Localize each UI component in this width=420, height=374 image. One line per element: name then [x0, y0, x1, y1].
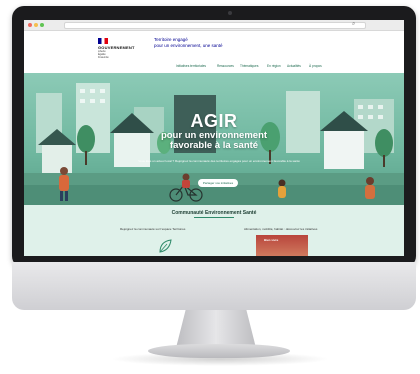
hero-subtitle-line2: favorable à la santé — [169, 140, 259, 151]
search-icon[interactable]: ⌕ — [352, 20, 355, 29]
hero-banner: AGIR pour un environnement favorable à l… — [24, 73, 404, 205]
monitor-frame: ⌕ GOUVERNEMENT Liberté Égalité Fraternit… — [12, 6, 416, 268]
title-underline — [194, 217, 234, 218]
community-section: Communauté Environnement Santé Rejoignez… — [24, 205, 404, 256]
monitor-screen: ⌕ GOUVERNEMENT Liberté Égalité Fraternit… — [24, 20, 404, 256]
hero-title: AGIR — [190, 111, 238, 131]
site-title[interactable]: Territoire engagé pour un environnement,… — [154, 37, 223, 49]
monitor-stand — [176, 310, 256, 348]
community-left-text[interactable]: Rejoignez la communauté sur l'espace Ter… — [120, 227, 210, 231]
nav-item-actualites[interactable]: Actualités — [287, 64, 301, 68]
minimize-window-icon[interactable] — [34, 23, 38, 27]
close-window-icon[interactable] — [28, 23, 32, 27]
leaf-icon — [159, 239, 172, 253]
nav-item-region[interactable]: En région — [267, 64, 281, 68]
webcam-icon — [228, 11, 232, 15]
article-thumbnail[interactable]: Bien vivre — [256, 235, 308, 256]
site-title-line2: pour un environnement, une santé — [154, 43, 223, 48]
community-right-text[interactable]: Alimentation, mobilité, habitat : découv… — [244, 227, 334, 231]
site-header: GOUVERNEMENT Liberté Égalité Fraternité … — [24, 31, 404, 61]
nav-item-thematiques[interactable]: Thématiques — [240, 64, 258, 68]
nav-item-ressources[interactable]: Ressources — [217, 64, 234, 68]
address-bar[interactable] — [64, 22, 366, 29]
government-motto: Liberté Égalité Fraternité — [98, 50, 109, 59]
hero-description: Vous êtes un acteur local ? Rejoignez la… — [138, 159, 300, 163]
share-initiatives-button[interactable]: Partager vos initiatives — [198, 179, 238, 187]
nav-item-a-propos[interactable]: À propos — [309, 64, 322, 68]
maximize-window-icon[interactable] — [40, 23, 44, 27]
monitor-base — [148, 344, 290, 358]
marianne-flag-icon — [98, 38, 108, 44]
browser-toolbar: ⌕ — [24, 20, 404, 31]
monitor-chin — [12, 262, 416, 310]
nav-item-initiatives[interactable]: Initiatives territoriales — [176, 64, 206, 68]
community-title: Communauté Environnement Santé — [171, 210, 257, 216]
thumbnail-label: Bien vivre — [264, 238, 279, 242]
site-title-line1: Territoire engagé — [154, 37, 188, 42]
